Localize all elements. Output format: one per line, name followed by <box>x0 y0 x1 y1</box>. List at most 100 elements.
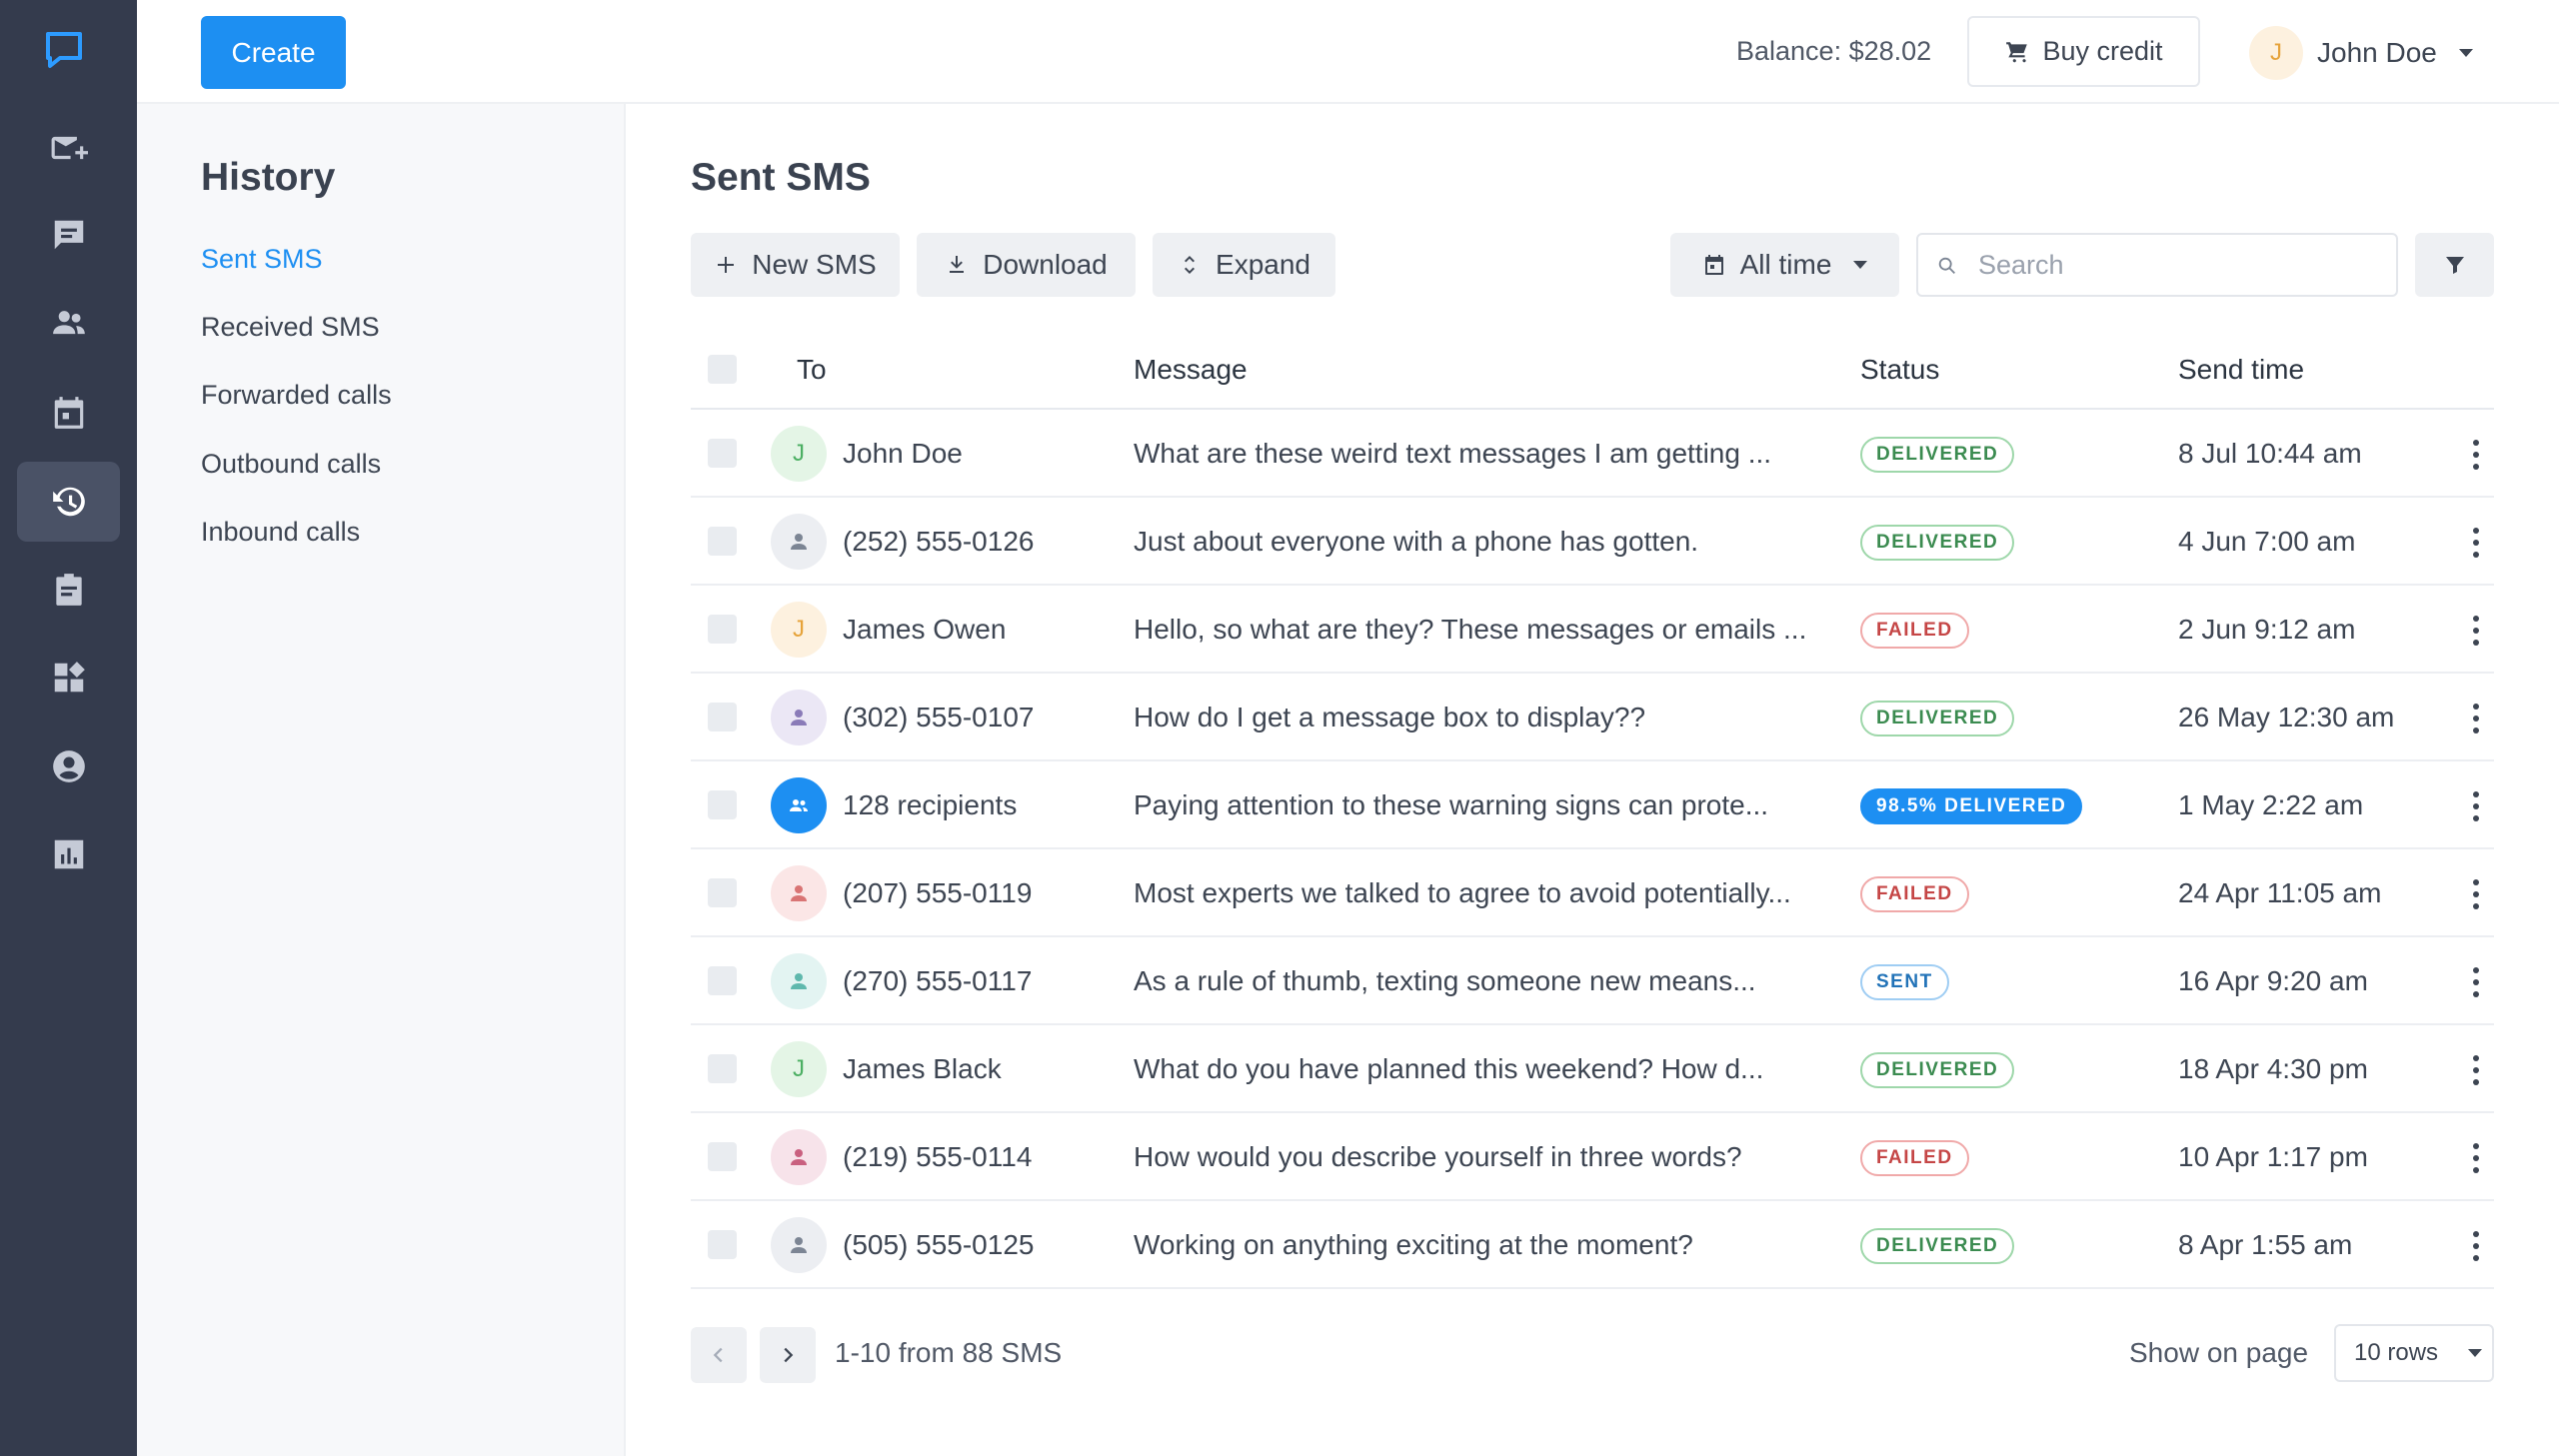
avatar <box>771 1129 827 1185</box>
recipient: James Owen <box>843 614 1007 645</box>
rail-widgets[interactable] <box>17 638 120 718</box>
send-time: 8 Jul 10:44 am <box>2178 438 2362 469</box>
row-checkbox[interactable] <box>708 703 737 731</box>
app-rail <box>0 0 137 1456</box>
chevron-right-icon <box>784 1347 794 1363</box>
rail-calendar[interactable] <box>17 373 120 453</box>
plus-icon <box>718 257 735 273</box>
table-row[interactable]: (219) 555-0114 How would you describe yo… <box>691 1113 2494 1201</box>
rail-reports[interactable] <box>17 814 120 894</box>
message-preview: What are these weird text messages I am … <box>1134 438 1772 469</box>
table-row[interactable]: (505) 555-0125 Working on anything excit… <box>691 1201 2494 1289</box>
select-all-checkbox[interactable] <box>708 355 737 384</box>
rows-per-page-select[interactable]: 10 rows <box>2334 1324 2494 1382</box>
avatar <box>771 690 827 745</box>
avatar: J <box>771 1041 827 1097</box>
filter-icon <box>2445 257 2464 274</box>
person-icon <box>791 710 807 726</box>
search-icon <box>1938 257 1955 274</box>
rail-history[interactable] <box>17 462 120 542</box>
send-time: 2 Jun 9:12 am <box>2178 614 2356 645</box>
rail-contacts[interactable] <box>17 283 120 363</box>
row-checkbox[interactable] <box>708 1230 737 1259</box>
send-time: 8 Apr 1:55 am <box>2178 1229 2353 1260</box>
search-input[interactable] <box>1978 235 2378 295</box>
more-options-icon[interactable] <box>2464 528 2488 558</box>
sidebar-title: History <box>201 156 336 199</box>
table-row[interactable]: (207) 555-0119 Most experts we talked to… <box>691 849 2494 937</box>
rail-chat[interactable] <box>17 195 120 275</box>
prev-page-button[interactable] <box>691 1327 747 1383</box>
app-logo-icon[interactable] <box>44 30 84 70</box>
create-button[interactable]: Create <box>201 16 346 89</box>
send-time: 18 Apr 4:30 pm <box>2178 1053 2368 1084</box>
row-checkbox[interactable] <box>708 439 737 468</box>
status-badge: DELIVERED <box>1860 701 2015 736</box>
buy-credit-button[interactable]: Buy credit <box>1967 16 2200 87</box>
send-time: 4 Jun 7:00 am <box>2178 526 2356 557</box>
row-checkbox[interactable] <box>708 1054 737 1083</box>
table-row[interactable]: J James Black What do you have planned t… <box>691 1025 2494 1113</box>
filter-button[interactable] <box>2415 233 2494 297</box>
send-time: 16 Apr 9:20 am <box>2178 965 2368 996</box>
time-filter-label: All time <box>1739 249 1832 280</box>
send-time: 24 Apr 11:05 am <box>2178 877 2382 908</box>
status-badge: DELIVERED <box>1860 437 2015 473</box>
send-time: 1 May 2:22 am <box>2178 789 2364 820</box>
download-button[interactable]: Download <box>917 233 1136 297</box>
more-options-icon[interactable] <box>2464 440 2488 470</box>
sidebar-item-received-sms[interactable]: Received SMS <box>201 312 380 343</box>
expand-button[interactable]: Expand <box>1153 233 1335 297</box>
history-sidebar: History Sent SMS Received SMS Forwarded … <box>137 104 626 1456</box>
next-page-button[interactable] <box>760 1327 816 1383</box>
sidebar-item-inbound-calls[interactable]: Inbound calls <box>201 517 360 548</box>
calendar-icon <box>54 397 83 429</box>
person-icon <box>791 1237 807 1253</box>
recipient: 128 recipients <box>843 789 1018 820</box>
status-badge: FAILED <box>1860 613 1969 649</box>
status-badge: 98.5% DELIVERED <box>1860 788 2083 824</box>
more-options-icon[interactable] <box>2464 1143 2488 1173</box>
row-checkbox[interactable] <box>708 615 737 644</box>
more-options-icon[interactable] <box>2464 1231 2488 1261</box>
column-header-to[interactable]: To <box>797 354 827 386</box>
sidebar-item-outbound-calls[interactable]: Outbound calls <box>201 449 381 480</box>
column-header-status[interactable]: Status <box>1860 354 1939 386</box>
avatar <box>771 1217 827 1273</box>
row-checkbox[interactable] <box>708 790 737 819</box>
more-options-icon[interactable] <box>2464 967 2488 997</box>
sidebar-item-forwarded-calls[interactable]: Forwarded calls <box>201 380 392 411</box>
more-options-icon[interactable] <box>2464 704 2488 733</box>
new-sms-button[interactable]: New SMS <box>691 233 900 297</box>
table-row[interactable]: (252) 555-0126 Just about everyone with … <box>691 498 2494 586</box>
column-header-send-time[interactable]: Send time <box>2178 354 2304 386</box>
more-options-icon[interactable] <box>2464 879 2488 909</box>
row-checkbox[interactable] <box>708 878 737 907</box>
rail-account[interactable] <box>17 727 120 806</box>
top-bar: Create Balance: $28.02 Buy credit J John… <box>137 0 2559 104</box>
chevron-down-icon <box>1853 261 1868 269</box>
status-badge: DELIVERED <box>1860 1228 2015 1264</box>
message-preview: How do I get a message box to display?? <box>1134 702 1646 732</box>
row-checkbox[interactable] <box>708 966 737 995</box>
person-icon <box>791 534 807 550</box>
table-row[interactable]: (270) 555-0117 As a rule of thumb, texti… <box>691 937 2494 1025</box>
table-row[interactable]: (302) 555-0107 How do I get a message bo… <box>691 674 2494 761</box>
more-options-icon[interactable] <box>2464 791 2488 821</box>
row-checkbox[interactable] <box>708 527 737 556</box>
sidebar-item-sent-sms[interactable]: Sent SMS <box>201 244 323 275</box>
table-row[interactable]: 128 recipients Paying attention to these… <box>691 761 2494 849</box>
column-header-message[interactable]: Message <box>1134 354 1248 386</box>
contacts-icon <box>52 311 85 335</box>
chevron-down-icon <box>2458 49 2473 57</box>
user-menu[interactable]: J John Doe <box>2249 26 2473 80</box>
row-checkbox[interactable] <box>708 1142 737 1171</box>
table-row[interactable]: J James Owen Hello, so what are they? Th… <box>691 586 2494 674</box>
balance-text: Balance: $28.02 <box>1736 36 1932 66</box>
more-options-icon[interactable] <box>2464 616 2488 646</box>
rail-clipboard[interactable] <box>17 550 120 630</box>
time-filter-dropdown[interactable]: All time <box>1670 233 1899 297</box>
table-row[interactable]: J John Doe What are these weird text mes… <box>691 410 2494 498</box>
more-options-icon[interactable] <box>2464 1055 2488 1085</box>
rail-compose-mail[interactable] <box>17 108 120 188</box>
